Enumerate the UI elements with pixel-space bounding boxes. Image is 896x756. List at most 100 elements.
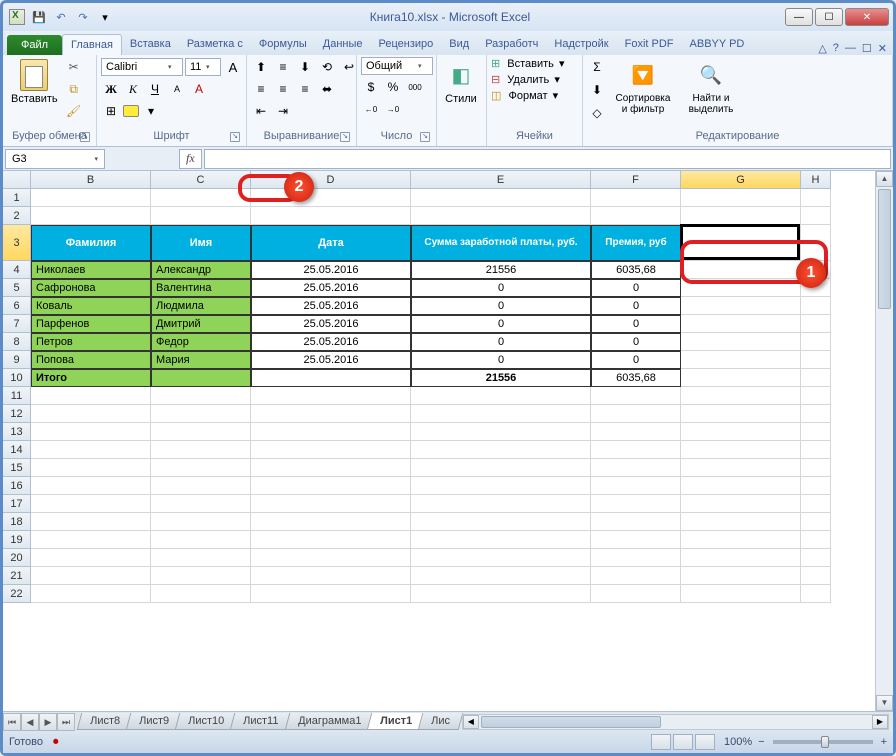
align-center-button[interactable]: ≡ (273, 79, 293, 99)
cell-G11[interactable] (681, 387, 801, 405)
cell-E15[interactable] (411, 459, 591, 477)
cell-F11[interactable] (591, 387, 681, 405)
column-header-D[interactable]: D (251, 171, 411, 189)
sheet-tab-Лист10[interactable]: Лист10 (175, 713, 238, 730)
cell-B10[interactable]: Итого (31, 369, 151, 387)
cell-B22[interactable] (31, 585, 151, 603)
cell-E11[interactable] (411, 387, 591, 405)
cell-B14[interactable] (31, 441, 151, 459)
cell-F18[interactable] (591, 513, 681, 531)
cell-D17[interactable] (251, 495, 411, 513)
cell-H15[interactable] (801, 459, 831, 477)
ribbon-tab-вставка[interactable]: Вставка (122, 34, 179, 55)
zoom-level[interactable]: 100% (724, 736, 752, 748)
cell-F12[interactable] (591, 405, 681, 423)
column-header-G[interactable]: G (681, 171, 801, 189)
cell-D21[interactable] (251, 567, 411, 585)
sheet-tab-Лист1[interactable]: Лист1 (367, 713, 426, 730)
ribbon-tab-главная[interactable]: Главная (62, 34, 122, 55)
cell-C20[interactable] (151, 549, 251, 567)
cell-H11[interactable] (801, 387, 831, 405)
sort-filter-button[interactable]: 🔽 Сортировка и фильтр (609, 57, 677, 117)
qat-customize[interactable]: ▾ (95, 7, 115, 27)
row-header-12[interactable]: 12 (3, 405, 31, 423)
cell-C13[interactable] (151, 423, 251, 441)
bold-button[interactable]: Ж (101, 79, 121, 99)
currency-button[interactable]: $ (361, 77, 381, 97)
cell-F19[interactable] (591, 531, 681, 549)
excel-icon[interactable] (7, 7, 27, 27)
cell-E19[interactable] (411, 531, 591, 549)
orientation-button[interactable]: ⟲ (317, 57, 337, 77)
cell-D14[interactable] (251, 441, 411, 459)
normal-view-button[interactable] (651, 734, 671, 750)
row-header-22[interactable]: 22 (3, 585, 31, 603)
cell-B1[interactable] (31, 189, 151, 207)
sheet-nav-last[interactable]: ⏭ (57, 713, 75, 731)
ribbon-minimize-icon[interactable]: △ (818, 42, 826, 55)
mdi-close[interactable]: ✕ (878, 42, 887, 55)
cell-B6[interactable]: Коваль (31, 297, 151, 315)
cell-C5[interactable]: Валентина (151, 279, 251, 297)
save-button[interactable]: 💾 (29, 7, 49, 27)
cell-F15[interactable] (591, 459, 681, 477)
scroll-down-arrow[interactable]: ▼ (876, 695, 893, 711)
mdi-minimize[interactable]: — (845, 42, 856, 55)
cell-E7[interactable]: 0 (411, 315, 591, 333)
hscroll-thumb[interactable] (481, 716, 661, 728)
row-header-17[interactable]: 17 (3, 495, 31, 513)
ribbon-tab-рецензиро[interactable]: Рецензиро (371, 34, 442, 55)
cell-G13[interactable] (681, 423, 801, 441)
grow-font-button[interactable]: A (223, 57, 243, 77)
row-header-2[interactable]: 2 (3, 207, 31, 225)
cell-D16[interactable] (251, 477, 411, 495)
cell-D4[interactable]: 25.05.2016 (251, 261, 411, 279)
horizontal-scrollbar[interactable]: ◀ ▶ (462, 714, 889, 730)
cell-B19[interactable] (31, 531, 151, 549)
close-button[interactable]: ✕ (845, 8, 889, 26)
minimize-button[interactable]: — (785, 8, 813, 26)
styles-button[interactable]: ◧ Стили (441, 57, 481, 107)
cell-C18[interactable] (151, 513, 251, 531)
cell-G1[interactable] (681, 189, 801, 207)
paste-button[interactable]: Вставить (7, 57, 62, 107)
ribbon-tab-abbyy pd[interactable]: ABBYY PD (682, 34, 753, 55)
number-launcher[interactable]: ↘ (420, 132, 430, 142)
cell-E20[interactable] (411, 549, 591, 567)
cell-G21[interactable] (681, 567, 801, 585)
help-icon[interactable]: ? (833, 42, 839, 55)
cell-E18[interactable] (411, 513, 591, 531)
row-header-4[interactable]: 4 (3, 261, 31, 279)
cell-E16[interactable] (411, 477, 591, 495)
cell-B11[interactable] (31, 387, 151, 405)
row-header-9[interactable]: 9 (3, 351, 31, 369)
cell-B18[interactable] (31, 513, 151, 531)
cell-H10[interactable] (801, 369, 831, 387)
cell-B8[interactable]: Петров (31, 333, 151, 351)
cell-B2[interactable] (31, 207, 151, 225)
cell-G14[interactable] (681, 441, 801, 459)
cell-H8[interactable] (801, 333, 831, 351)
font-name-combo[interactable]: Calibri▾ (101, 58, 183, 76)
name-box[interactable]: G3 ▾ (5, 149, 105, 169)
column-header-H[interactable]: H (801, 171, 831, 189)
cell-F1[interactable] (591, 189, 681, 207)
cell-C1[interactable] (151, 189, 251, 207)
fill-button[interactable]: ⬇ (587, 80, 607, 100)
name-box-dropdown[interactable]: ▾ (94, 155, 98, 163)
cell-B15[interactable] (31, 459, 151, 477)
cell-B16[interactable] (31, 477, 151, 495)
ribbon-tab-разметка с[interactable]: Разметка с (179, 34, 251, 55)
cell-H1[interactable] (801, 189, 831, 207)
cell-D12[interactable] (251, 405, 411, 423)
zoom-slider[interactable] (773, 740, 873, 744)
cell-G8[interactable] (681, 333, 801, 351)
cell-G12[interactable] (681, 405, 801, 423)
cell-B12[interactable] (31, 405, 151, 423)
ribbon-tab-разработч[interactable]: Разработч (477, 34, 546, 55)
cell-C16[interactable] (151, 477, 251, 495)
scroll-left-arrow[interactable]: ◀ (463, 715, 479, 729)
cell-G7[interactable] (681, 315, 801, 333)
cell-H7[interactable] (801, 315, 831, 333)
zoom-in-button[interactable]: + (881, 736, 887, 748)
